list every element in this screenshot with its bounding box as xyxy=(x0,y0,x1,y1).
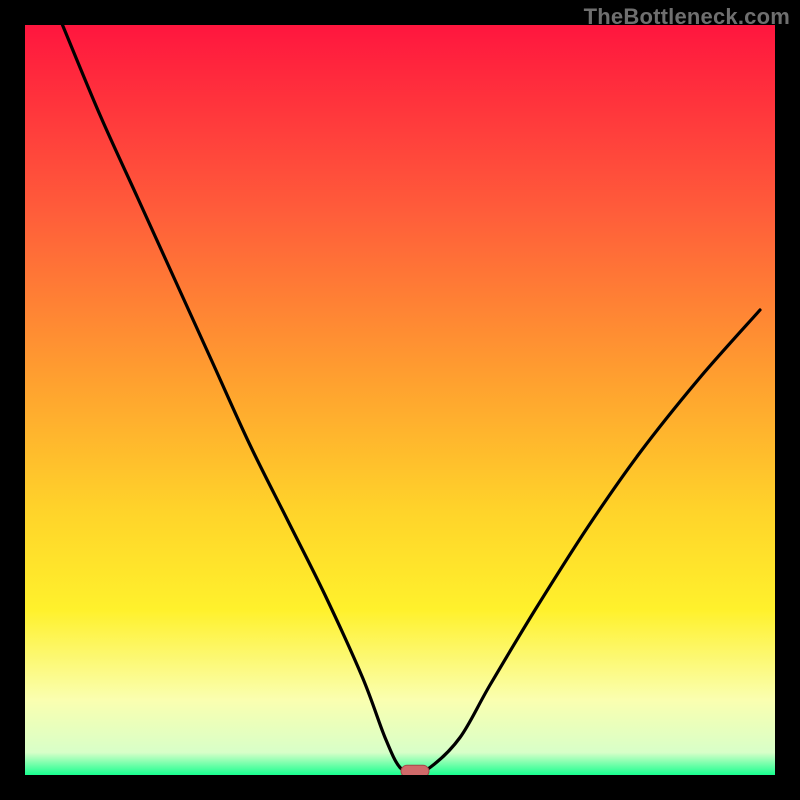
chart-svg xyxy=(25,25,775,775)
optimal-marker xyxy=(401,765,429,775)
gradient-rect xyxy=(25,25,775,775)
plot-area xyxy=(25,25,775,775)
chart-frame: TheBottleneck.com xyxy=(0,0,800,800)
